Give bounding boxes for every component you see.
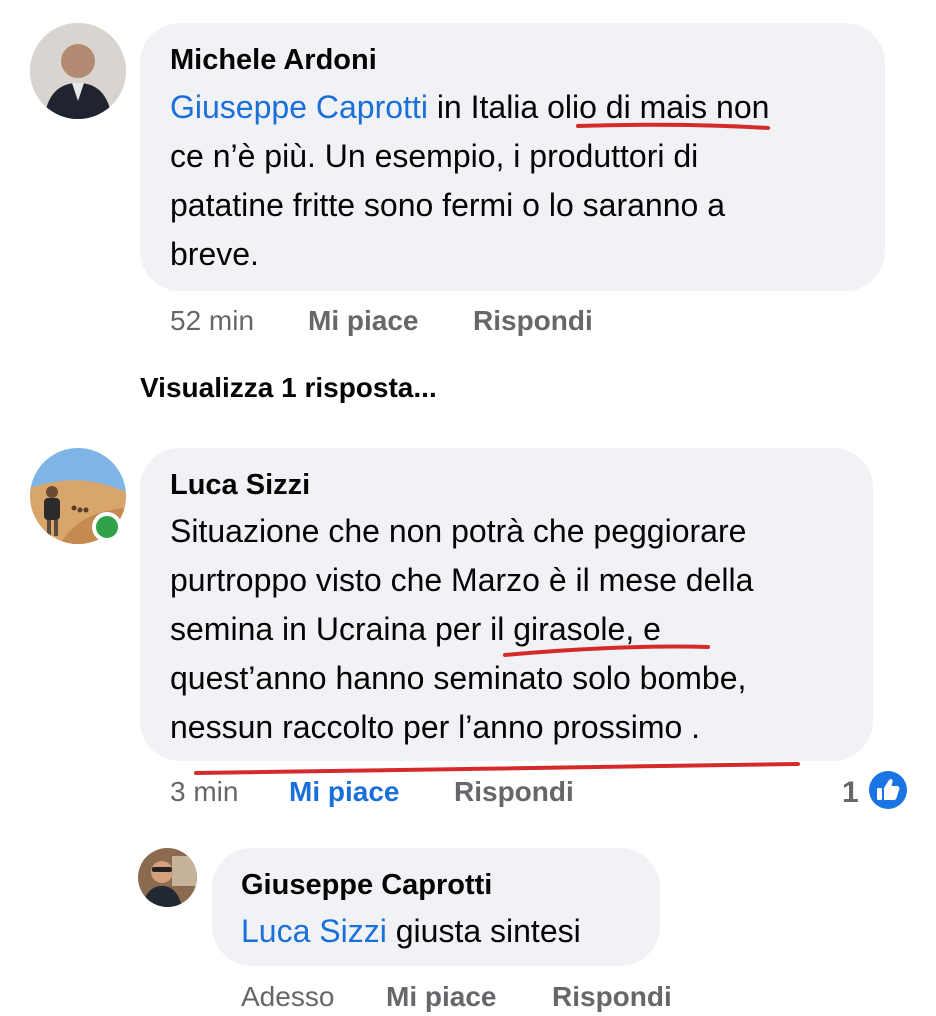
comment-text: Luca Sizzi giusta sintesi bbox=[241, 913, 581, 949]
online-status-icon bbox=[92, 512, 122, 542]
underline-last-line bbox=[194, 762, 800, 775]
reply-button[interactable]: Rispondi bbox=[454, 776, 574, 808]
comment-timestamp: Adesso bbox=[241, 981, 335, 1012]
mention-link[interactable]: Giuseppe Caprotti bbox=[170, 89, 428, 125]
comment-author[interactable]: Michele Ardoni bbox=[170, 44, 377, 77]
mention-link[interactable]: Luca Sizzi bbox=[241, 913, 387, 949]
like-button[interactable]: Mi piace bbox=[308, 305, 418, 337]
comment-author[interactable]: Luca Sizzi bbox=[170, 469, 310, 502]
avatar-giuseppe-caprotti[interactable] bbox=[138, 848, 197, 907]
comment-timestamp: 52 min bbox=[170, 305, 255, 336]
view-replies-link[interactable]: Visualizza 1 risposta... bbox=[140, 372, 437, 404]
reply-button[interactable]: Rispondi bbox=[473, 305, 593, 337]
like-button[interactable]: Mi piace bbox=[289, 776, 399, 808]
reply-button[interactable]: Rispondi bbox=[552, 981, 672, 1013]
avatar-luca-sizzi-wrap[interactable] bbox=[30, 448, 126, 544]
comment-author[interactable]: Giuseppe Caprotti bbox=[241, 869, 492, 902]
comment-text: Giuseppe Caprotti in Italia olio di mais… bbox=[170, 89, 770, 272]
like-thumb-icon bbox=[868, 770, 908, 810]
comment-timestamp: 3 min bbox=[170, 776, 239, 807]
like-button[interactable]: Mi piace bbox=[386, 981, 496, 1013]
avatar-michele-ardoni[interactable] bbox=[30, 23, 126, 119]
comment-text: Situazione che non potrà che peggiorare … bbox=[170, 513, 754, 745]
reaction-count: 1 bbox=[842, 776, 859, 809]
